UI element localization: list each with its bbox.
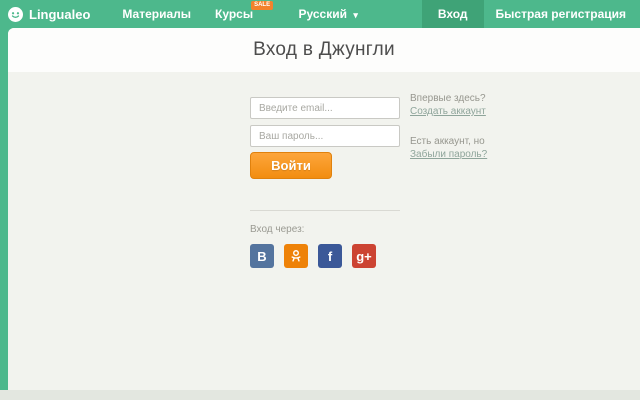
have-account-text: Есть аккаунт, но (410, 136, 485, 147)
vk-icon[interactable]: В (250, 244, 274, 268)
navbar-left: Lingualeo Материалы Курсы SALE (0, 0, 274, 28)
chevron-down-icon: ▾ (353, 10, 358, 20)
forgot-password-link[interactable]: Забыли пароль? (410, 149, 487, 160)
first-time-text: Впервые здесь? (410, 93, 486, 104)
social-login-label: Вход через: (250, 224, 305, 235)
login-button[interactable]: Войти (250, 152, 332, 179)
form-divider (250, 210, 400, 211)
quick-registration-link[interactable]: Быстрая регистрация (484, 0, 638, 28)
login-card: Вход в Джунгли Войти Впервые здесь? Созд… (8, 28, 640, 390)
tab-login[interactable]: Вход (421, 0, 484, 28)
googleplus-icon[interactable]: g+ (352, 244, 376, 268)
top-navbar: Lingualeo Материалы Курсы SALE Русский ▾… (0, 0, 640, 28)
page-title: Вход в Джунгли (253, 39, 395, 60)
password-input[interactable] (250, 125, 400, 147)
navbar-right: Русский ▾ Вход Быстрая регистрация (287, 0, 640, 28)
email-input[interactable] (250, 97, 400, 119)
odnoklassniki-icon[interactable] (284, 244, 308, 268)
lingualeo-login-page: Lingualeo Материалы Курсы SALE Русский ▾… (0, 0, 640, 400)
social-login-row: В f g+ (250, 244, 376, 268)
lingualeo-logo-icon[interactable] (8, 6, 23, 22)
brand-name[interactable]: Lingualeo (29, 7, 90, 22)
create-account-link[interactable]: Создать аккаунт (410, 106, 486, 117)
first-time-block: Впервые здесь? Создать аккаунт (410, 92, 487, 118)
window-bottom-edge (0, 390, 640, 400)
facebook-icon[interactable]: f (318, 244, 342, 268)
language-label: Русский (298, 7, 348, 21)
nav-item-courses[interactable]: Курсы SALE (203, 0, 274, 28)
login-help-aside: Впервые здесь? Создать аккаунт Есть акка… (410, 92, 487, 178)
nav-item-materials[interactable]: Материалы (110, 0, 203, 28)
nav-item-courses-label: Курсы (215, 7, 254, 21)
forgot-block: Есть аккаунт, но Забыли пароль? (410, 135, 487, 161)
sale-badge: SALE (251, 1, 274, 10)
language-dropdown[interactable]: Русский ▾ (287, 0, 370, 28)
title-band: Вход в Джунгли (8, 28, 640, 72)
